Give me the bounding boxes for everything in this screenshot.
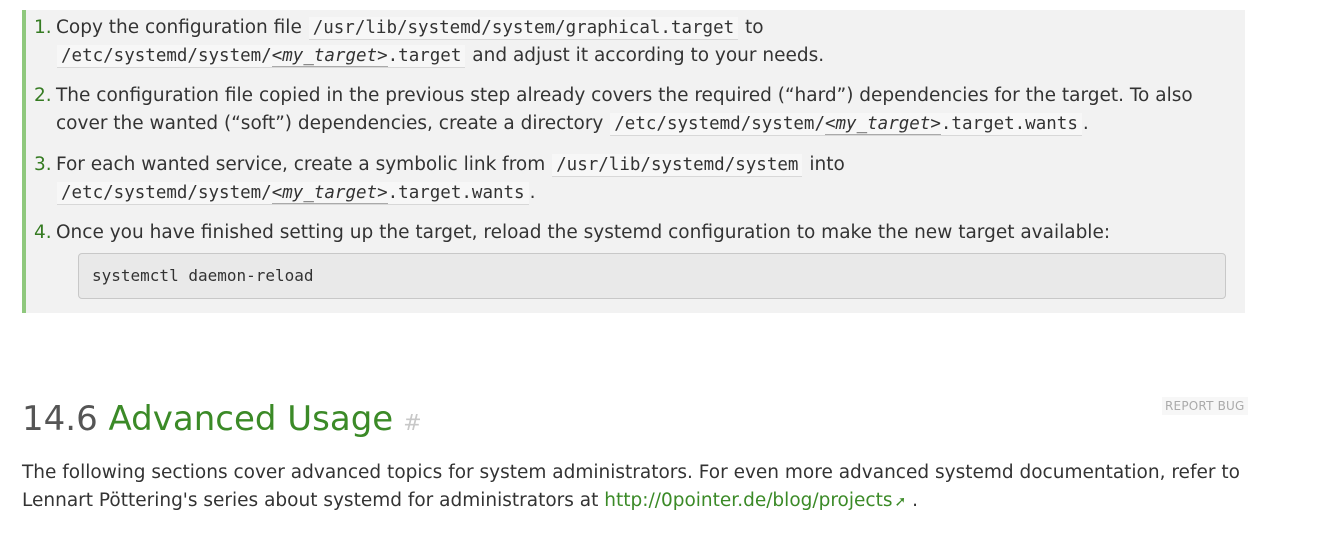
trailing-text: . [912, 490, 918, 511]
link-text: http://0pointer.de/blog/projects [604, 490, 893, 511]
replaceable-text: <my_target> [824, 114, 941, 135]
external-link[interactable]: http://0pointer.de/blog/projects ➚ [604, 490, 906, 511]
step-text: For each wanted service, create a symbol… [56, 154, 552, 175]
permalink-icon[interactable]: # [403, 411, 421, 436]
step-3: 3. For each wanted service, create a sym… [34, 151, 1226, 207]
section-title: Advanced Usage [108, 399, 394, 439]
step-number: 1. [34, 17, 52, 38]
directory-path: /usr/lib/systemd/system [552, 154, 803, 177]
intro-paragraph: The following sections cover advanced to… [22, 459, 1262, 516]
command-block[interactable]: systemctl daemon-reload [78, 253, 1226, 299]
step-text: Once you have finished setting up the ta… [56, 222, 1111, 243]
code-text: /etc/systemd/system/ [614, 114, 825, 134]
replaceable-text: <my_target> [271, 46, 388, 67]
code-text: /usr/lib/systemd/system [556, 155, 799, 175]
step-number: 2. [34, 85, 52, 106]
section-number: 14.6 [22, 399, 98, 439]
external-link-icon: ➚ [894, 494, 907, 510]
step-text: and adjust it according to your needs. [466, 45, 825, 66]
step-text: . [1082, 113, 1089, 134]
code-text: .target.wants [387, 183, 525, 203]
file-path: /usr/lib/systemd/system/graphical.target [308, 17, 739, 40]
step-4: 4. Once you have finished setting up the… [34, 219, 1226, 247]
step-text: Copy the configuration file [56, 17, 308, 38]
step-2: 2. The configuration file copied in the … [34, 82, 1226, 138]
step-1: 1. Copy the configuration file /usr/lib/… [34, 14, 1226, 70]
procedure-box: 1. Copy the configuration file /usr/lib/… [22, 10, 1245, 313]
code-text: .target.wants [940, 114, 1078, 134]
directory-path: /etc/systemd/system/<my_target>.target.w… [610, 113, 1082, 136]
step-number: 4. [34, 222, 52, 243]
step-number: 3. [34, 154, 52, 175]
section-heading: 14.6 Advanced Usage # [22, 394, 422, 449]
code-text: /etc/systemd/system/ [61, 46, 272, 66]
file-path: /etc/systemd/system/<my_target>.target [57, 45, 466, 68]
code-text: .target [387, 46, 462, 66]
code-text: /etc/systemd/system/ [61, 183, 272, 203]
step-text: into [803, 154, 845, 175]
step-text: . [529, 182, 536, 203]
directory-path: /etc/systemd/system/<my_target>.target.w… [57, 182, 529, 205]
code-text: /usr/lib/systemd/system/graphical.target [312, 18, 735, 38]
step-text: to [739, 17, 764, 38]
report-bug-button[interactable]: REPORT BUG [1162, 397, 1248, 415]
replaceable-text: <my_target> [271, 183, 388, 204]
